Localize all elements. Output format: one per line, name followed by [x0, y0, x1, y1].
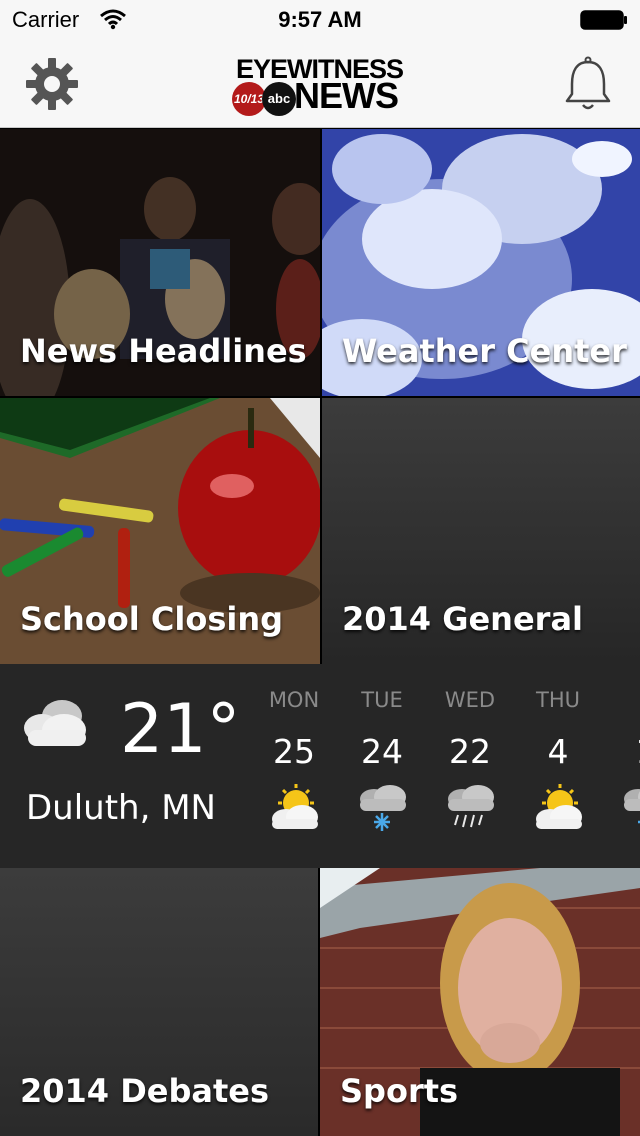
forecast-day: TUE 24: [338, 688, 426, 833]
forecast-day-temp: 22: [449, 732, 491, 771]
partly-sunny-icon: [272, 784, 318, 829]
tile-label: 2014 General: [342, 600, 583, 638]
bell-icon[interactable]: [564, 56, 612, 112]
rain-icon: [448, 785, 494, 828]
weather-strip[interactable]: 21° Duluth, MN MON 25 TUE 24 WED 22 THU …: [0, 664, 640, 868]
forecast-day: WED 22: [426, 688, 514, 833]
forecast-day-name: WED: [444, 688, 496, 712]
forecast-day: MON 25: [250, 688, 338, 833]
tile-school-closing[interactable]: School Closing: [0, 398, 320, 664]
clock: 9:57 AM: [278, 7, 362, 32]
station-logo: EYEWITNESS 10/13 abc NEWS: [228, 54, 412, 116]
tile-label: Weather Center: [342, 332, 627, 370]
nav-bar: EYEWITNESS 10/13 abc NEWS: [0, 40, 640, 128]
partly-sunny-icon: [536, 784, 582, 829]
tile-2014-debates[interactable]: 2014 Debates: [0, 868, 318, 1136]
snow-icon: [360, 785, 406, 831]
cloudy-icon: [24, 700, 86, 746]
logo-badge-abc: abc: [262, 82, 296, 116]
forecast-day-temp: 1: [602, 732, 640, 771]
tile-label: News Headlines: [20, 332, 307, 370]
forecast-day-name: F: [602, 688, 640, 718]
battery-icon: [580, 10, 627, 30]
tile-2014-general[interactable]: 2014 General: [322, 398, 640, 664]
snow-icon: [624, 789, 640, 824]
status-bar: Carrier 9:57 AM: [0, 0, 640, 40]
forecast-day-temp: 24: [361, 732, 403, 771]
forecast-day-name: THU: [536, 688, 580, 712]
forecast-day: F 1: [602, 688, 640, 833]
forecast-day-name: MON: [268, 688, 320, 712]
tile-sports[interactable]: Sports: [320, 868, 640, 1136]
forecast-day-temp: 25: [273, 732, 315, 771]
tile-weather-center[interactable]: Weather Center: [322, 129, 640, 396]
tile-label: School Closing: [20, 600, 284, 638]
city-name: Duluth, MN: [26, 788, 216, 828]
tile-news-headlines[interactable]: News Headlines: [0, 129, 320, 396]
logo-bottom-text: NEWS: [294, 75, 399, 116]
current-temperature: 21°: [120, 690, 241, 769]
gear-icon[interactable]: [24, 56, 80, 112]
forecast-day-name: TUE: [361, 688, 403, 712]
tile-label: Sports: [340, 1072, 459, 1110]
forecast-day: THU 4: [514, 688, 602, 833]
logo-badge-channel: 10/13: [232, 82, 266, 116]
forecast-day-temp: 4: [547, 732, 569, 771]
app-root: Carrier 9:57 AM EYEWITNESS 10/13 abc NEW…: [0, 0, 640, 1136]
tile-label: 2014 Debates: [20, 1072, 270, 1110]
